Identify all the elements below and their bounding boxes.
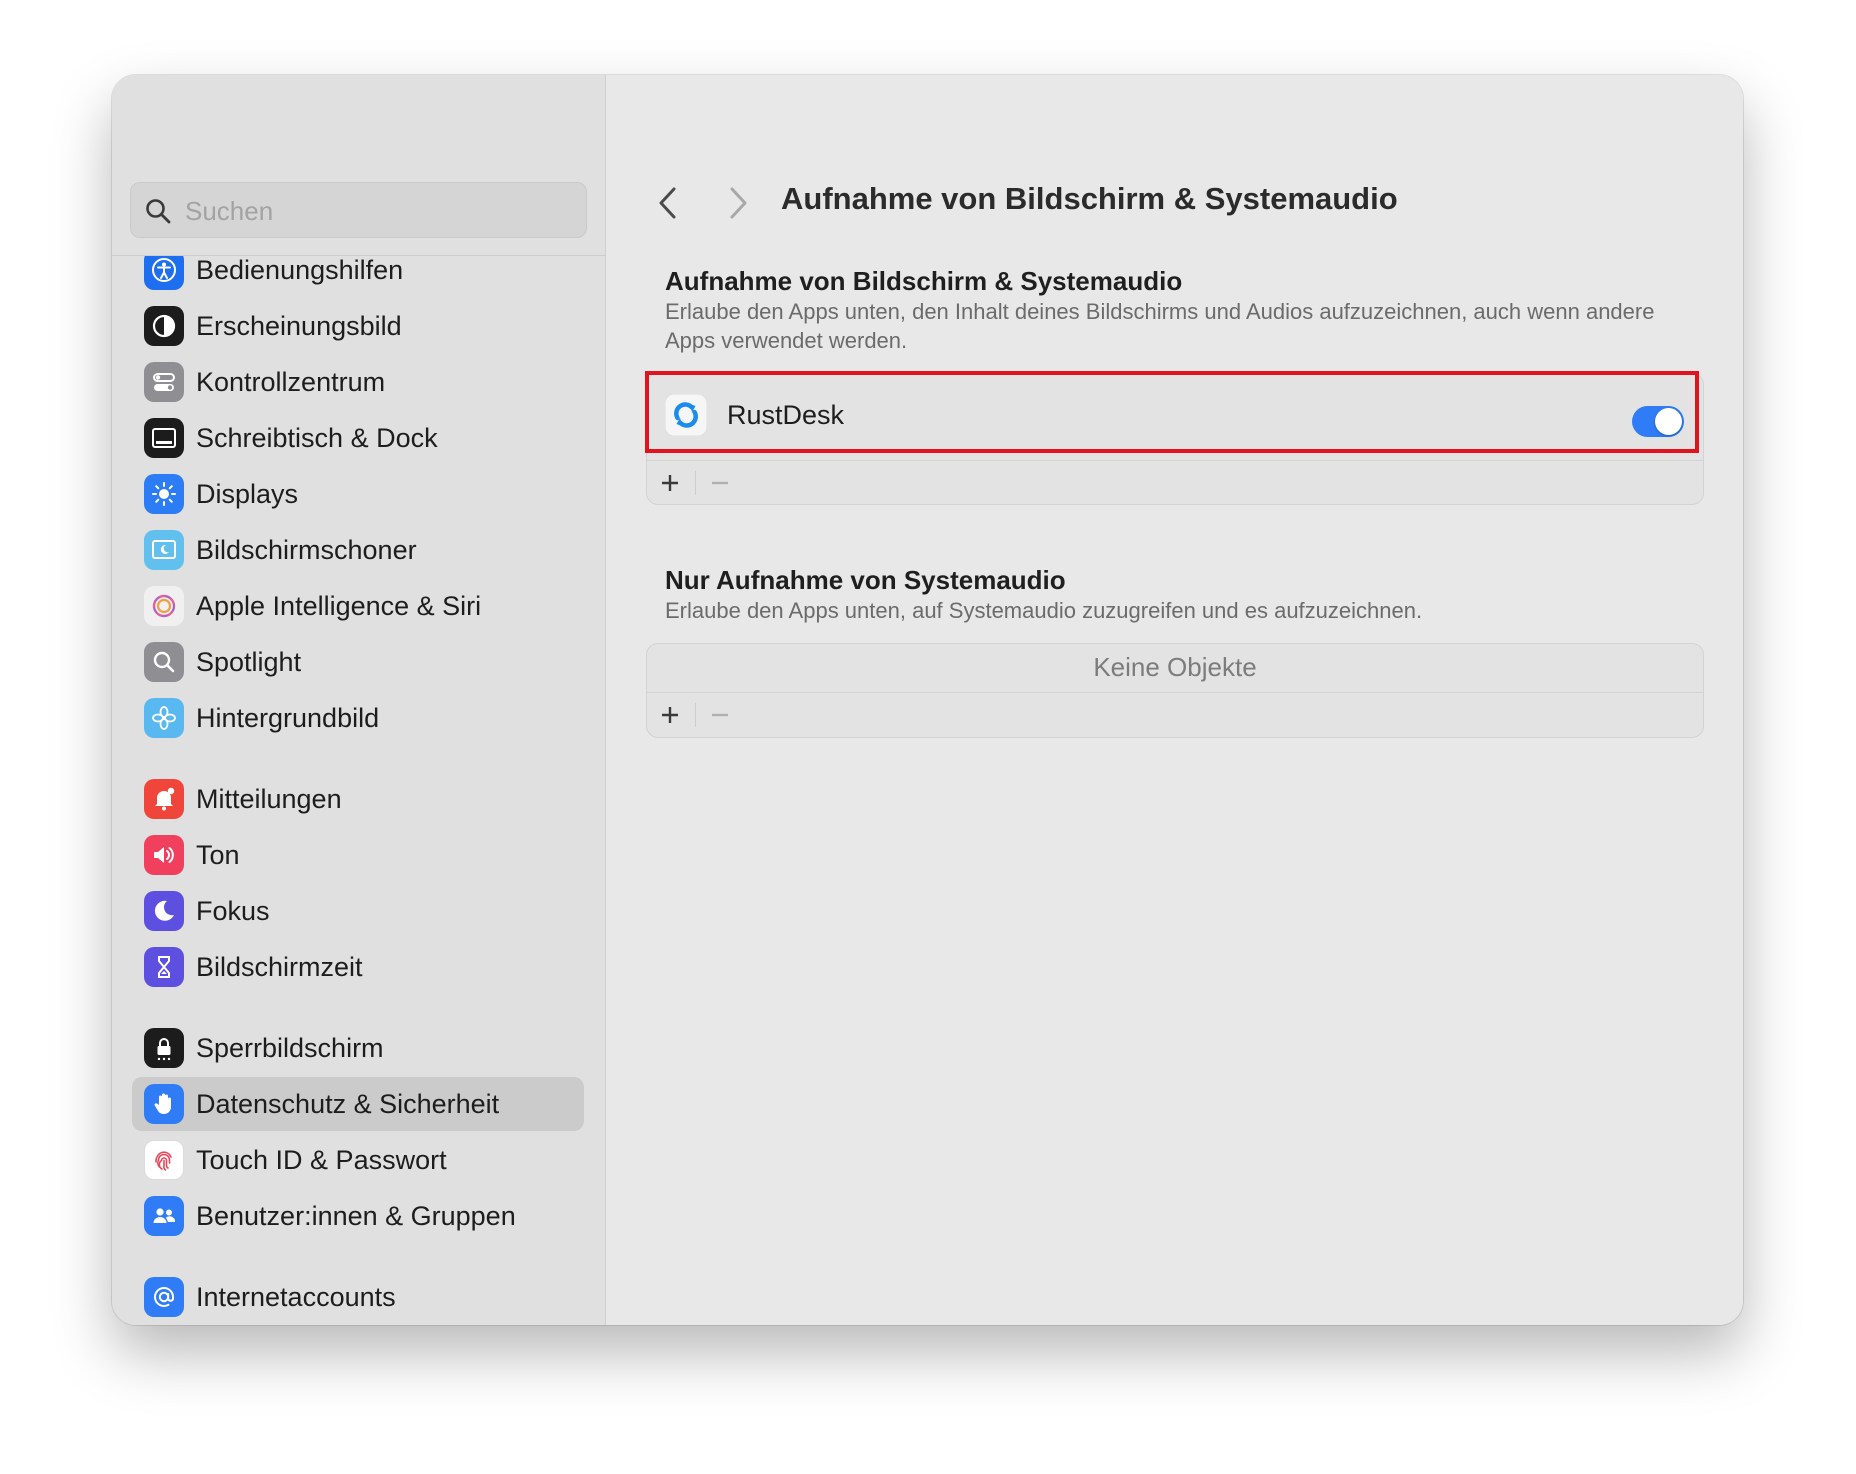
add-app-button[interactable]	[647, 461, 693, 505]
settings-window: Bedienungshilfen Erscheinungsbild Kontro…	[112, 75, 1743, 1325]
sidebar: Bedienungshilfen Erscheinungsbild Kontro…	[112, 75, 606, 1325]
sidebar-item-label: Touch ID & Passwort	[196, 1144, 447, 1175]
screen-list-footer	[647, 460, 1703, 505]
screen-apps-list: RustDesk	[646, 373, 1704, 505]
sidebar-item-label: Ton	[196, 839, 240, 870]
sidebar-item-apple-intelligence-siri[interactable]: Apple Intelligence & Siri	[132, 579, 584, 633]
sidebar-item-schreibtisch-dock[interactable]: Schreibtisch & Dock	[132, 411, 584, 465]
sidebar-nav-list: Bedienungshilfen Erscheinungsbild Kontro…	[112, 256, 605, 1325]
sidebar-item-datenschutz-sicherheit[interactable]: Datenschutz & Sicherheit	[132, 1077, 584, 1131]
back-button[interactable]	[650, 183, 686, 223]
add-audio-app-button[interactable]	[647, 693, 693, 737]
sidebar-item-bedienungshilfen[interactable]: Bedienungshilfen	[132, 256, 584, 297]
sidebar-item-erscheinungsbild[interactable]: Erscheinungsbild	[132, 299, 584, 353]
sidebar-item-label: Internetaccounts	[196, 1281, 396, 1312]
footer-separator	[695, 471, 696, 495]
sidebar-item-bildschirmschoner[interactable]: Bildschirmschoner	[132, 523, 584, 577]
empty-list-label: Keine Objekte	[1093, 651, 1257, 682]
sound-icon	[144, 835, 184, 875]
audio-list-footer	[647, 692, 1703, 737]
app-row-rustdesk: RustDesk	[647, 374, 1703, 460]
sidebar-item-label: Mitteilungen	[196, 783, 342, 814]
forward-button[interactable]	[720, 183, 756, 223]
remove-app-button[interactable]	[697, 461, 743, 505]
sidebar-item-hintergrundbild[interactable]: Hintergrundbild	[132, 691, 584, 745]
sidebar-item-label: Kontrollzentrum	[196, 366, 386, 397]
sidebar-item-label: Spotlight	[196, 646, 302, 677]
rustdesk-app-icon	[665, 394, 707, 436]
sidebar-item-label: Sperrbildschirm	[196, 1032, 384, 1063]
sidebar-item-label: Bildschirmschoner	[196, 534, 417, 565]
remove-audio-app-button[interactable]	[697, 693, 743, 737]
sidebar-item-label: Erscheinungsbild	[196, 310, 402, 341]
sidebar-item-label: Datenschutz & Sicherheit	[196, 1088, 500, 1119]
sidebar-item-kontrollzentrum[interactable]: Kontrollzentrum	[132, 355, 584, 409]
wallpaper-icon	[144, 698, 184, 738]
sidebar-item-label: Bedienungshilfen	[196, 256, 404, 285]
displays-icon	[144, 474, 184, 514]
sidebar-item-displays[interactable]: Displays	[132, 467, 584, 521]
chevron-right-icon	[730, 187, 747, 219]
minus-icon	[712, 713, 728, 717]
desktop-dock-icon	[144, 418, 184, 458]
main-content: Aufnahme von Bildschirm & Systemaudio Au…	[606, 75, 1743, 1325]
lock-screen-icon	[144, 1028, 184, 1068]
sidebar-item-mitteilungen[interactable]: Mitteilungen	[132, 772, 584, 826]
sidebar-item-label: Hintergrundbild	[196, 702, 380, 733]
sidebar-item-label: Bildschirmzeit	[196, 951, 363, 982]
rustdesk-permission-toggle[interactable]	[1632, 406, 1684, 437]
sidebar-item-sperrbildschirm[interactable]: Sperrbildschirm	[132, 1021, 584, 1075]
sidebar-item-label: Schreibtisch & Dock	[196, 422, 438, 453]
notifications-icon	[144, 779, 184, 819]
search-field[interactable]	[130, 182, 587, 239]
window-title: Aufnahme von Bildschirm & Systemaudio	[781, 181, 1398, 216]
sidebar-item-spotlight[interactable]: Spotlight	[132, 635, 584, 689]
sidebar-item-touch-id-passwort[interactable]: Touch ID & Passwort	[132, 1133, 584, 1187]
toggle-knob	[1655, 408, 1682, 435]
audio-apps-list: Keine Objekte	[646, 643, 1704, 738]
sidebar-item-fokus[interactable]: Fokus	[132, 884, 584, 938]
appearance-icon	[144, 306, 184, 346]
spotlight-icon	[144, 642, 184, 682]
control-center-icon	[144, 362, 184, 402]
focus-icon	[144, 891, 184, 931]
app-name: RustDesk	[727, 400, 845, 430]
chevron-left-icon	[659, 187, 676, 219]
search-icon	[146, 199, 171, 224]
users-icon	[144, 1196, 184, 1236]
plus-icon	[662, 475, 678, 491]
footer-separator	[695, 703, 696, 727]
sidebar-item-label: Apple Intelligence & Siri	[196, 590, 482, 621]
sidebar-item-bildschirmzeit[interactable]: Bildschirmzeit	[132, 940, 584, 994]
screensaver-icon	[144, 530, 184, 570]
sidebar-item-internetaccounts[interactable]: Internetaccounts	[132, 1270, 584, 1324]
audio-section-title: Nur Aufnahme von Systemaudio	[665, 565, 1066, 595]
sidebar-item-ton[interactable]: Ton	[132, 828, 584, 882]
screen-section-title: Aufnahme von Bildschirm & Systemaudio	[665, 266, 1183, 296]
fingerprint-icon	[144, 1140, 184, 1180]
sidebar-item-label: Displays	[196, 478, 299, 509]
search-input[interactable]	[183, 183, 577, 239]
sidebar-item-label: Benutzer:innen & Gruppen	[196, 1200, 516, 1231]
audio-section-description: Erlaube den Apps unten, auf Systemaudio …	[665, 598, 1423, 623]
sidebar-item-label: Fokus	[196, 895, 270, 926]
at-sign-icon	[144, 1277, 184, 1317]
plus-icon	[662, 707, 678, 723]
siri-icon	[144, 586, 184, 626]
privacy-hand-icon	[144, 1084, 184, 1124]
sidebar-item-benutzer-gruppen[interactable]: Benutzer:innen & Gruppen	[132, 1189, 584, 1243]
minus-icon	[712, 481, 728, 485]
accessibility-icon	[144, 256, 184, 290]
screen-time-icon	[144, 947, 184, 987]
screen-section-description: Erlaube den Apps unten, den Inhalt deine…	[665, 299, 1655, 353]
